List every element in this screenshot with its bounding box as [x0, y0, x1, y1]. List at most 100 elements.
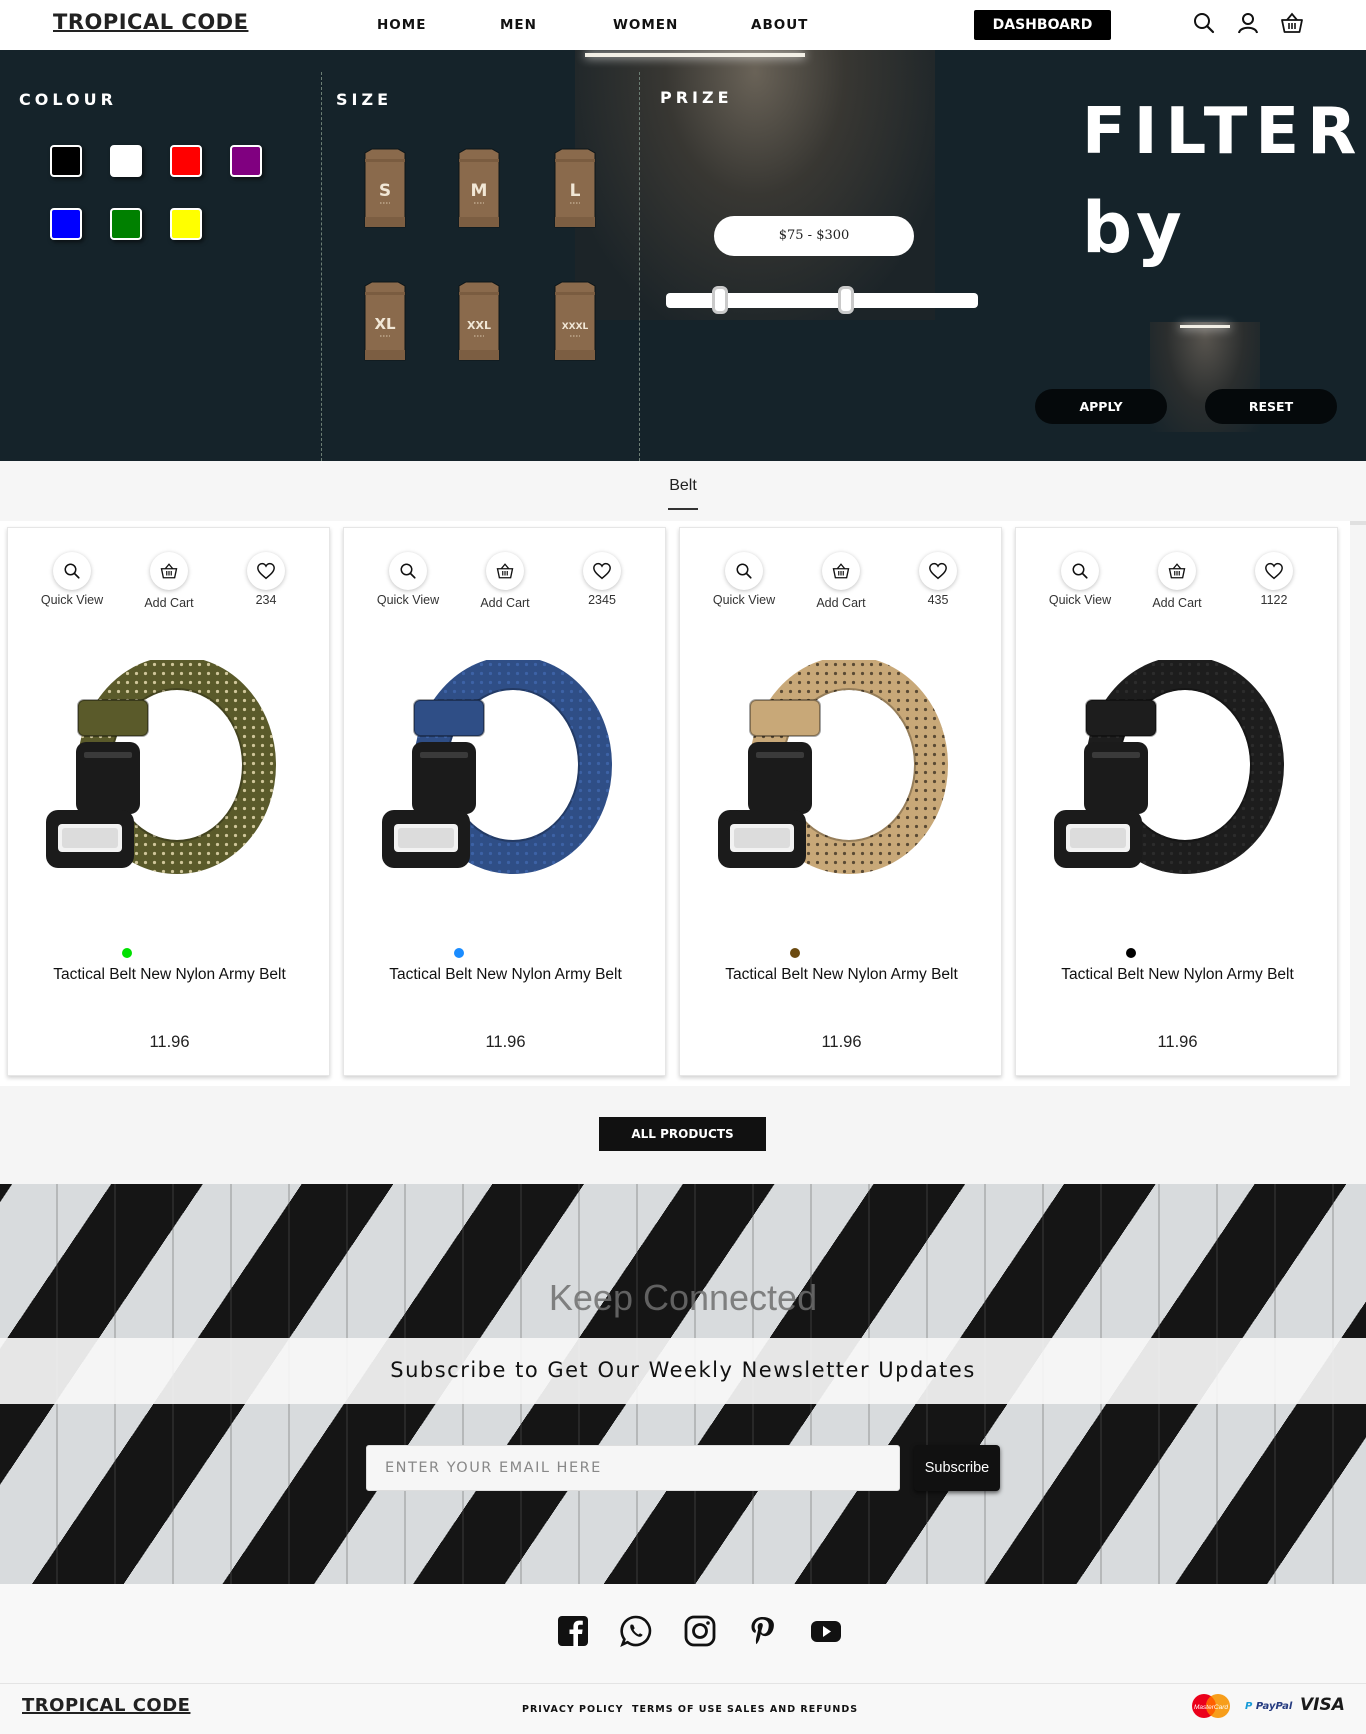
search-icon [64, 563, 80, 579]
wishlist-action[interactable]: 234 [221, 552, 311, 607]
basket-icon [496, 563, 514, 579]
color-indicator-dot [1126, 948, 1136, 958]
colour-swatch[interactable] [170, 208, 202, 240]
add-cart-button[interactable] [150, 552, 188, 590]
product-price: 11.96 [1157, 1033, 1198, 1051]
basket-icon [832, 563, 850, 579]
product-name[interactable]: Tactical Belt New Nylon Army Belt [680, 966, 1003, 984]
ceiling-lamp [585, 53, 805, 57]
add-cart-button[interactable] [486, 552, 524, 590]
user-icon[interactable] [1236, 11, 1260, 35]
size-tag-m[interactable]: M [456, 147, 502, 231]
colour-swatch[interactable] [50, 208, 82, 240]
category-tab-belt[interactable]: Belt [0, 477, 1366, 495]
facebook-icon[interactable] [556, 1614, 590, 1648]
belt-image[interactable] [378, 660, 618, 900]
add-cart-button[interactable] [822, 552, 860, 590]
size-tag-xxxl[interactable]: XXXL [552, 280, 598, 364]
search-icon[interactable] [1192, 11, 1216, 35]
reset-button[interactable]: RESET [1205, 389, 1337, 424]
nav-men[interactable]: MEN [500, 17, 537, 33]
price-slider-min-handle[interactable] [712, 286, 728, 314]
wishlist-action[interactable]: 2345 [557, 552, 647, 607]
nav-women[interactable]: WOMEN [613, 17, 678, 33]
mastercard-logo: MasterCard [1192, 1694, 1230, 1718]
apply-button[interactable]: APPLY [1035, 389, 1167, 424]
subscribe-button[interactable]: Subscribe [914, 1445, 1000, 1491]
add-cart-action[interactable]: Add Cart [460, 552, 550, 610]
basket-icon [1168, 563, 1186, 579]
product-price: 11.96 [149, 1033, 190, 1051]
add-cart-action[interactable]: Add Cart [1132, 552, 1222, 610]
footer-link-refunds[interactable]: SALES AND REFUNDS [727, 1704, 858, 1715]
wishlist-action[interactable]: 435 [893, 552, 983, 607]
wishlist-button[interactable] [583, 552, 621, 590]
colour-swatch[interactable] [230, 145, 262, 177]
active-tab-underline [668, 508, 698, 510]
youtube-icon[interactable] [809, 1614, 843, 1648]
mastercard-wordmark: MasterCard [1194, 1704, 1228, 1711]
quick-view-action[interactable]: Quick View [1035, 552, 1125, 607]
size-tag-label: XXXL [562, 322, 589, 332]
nav-home[interactable]: HOME [377, 17, 426, 33]
belt-image[interactable] [714, 660, 954, 900]
brand-logo[interactable]: TROPICAL CODE [53, 10, 248, 34]
instagram-icon[interactable] [683, 1614, 717, 1648]
product-name[interactable]: Tactical Belt New Nylon Army Belt [1016, 966, 1339, 984]
size-tag-xl[interactable]: XL [362, 280, 408, 364]
product-name[interactable]: Tactical Belt New Nylon Army Belt [8, 966, 331, 984]
price-slider-max-handle[interactable] [838, 286, 854, 314]
product-card[interactable]: Quick View Add Cart 1122 Tactical Belt New … [1015, 527, 1338, 1076]
product-card[interactable]: Quick View Add Cart 234 Tactical Belt New N… [7, 527, 330, 1076]
footer-brand-logo[interactable]: TROPICAL CODE [22, 1695, 190, 1716]
size-tag-s[interactable]: S [362, 147, 408, 231]
add-cart-action[interactable]: Add Cart [796, 552, 886, 610]
product-name[interactable]: Tactical Belt New Nylon Army Belt [344, 966, 667, 984]
footer-link-privacy[interactable]: PRIVACY POLICY [522, 1704, 624, 1715]
quick-view-button[interactable] [1061, 552, 1099, 590]
newsletter-heading: Keep Connected [548, 1277, 818, 1318]
size-tag-xxl[interactable]: XXL [456, 280, 502, 364]
belt-image[interactable] [42, 660, 282, 900]
footer-link-terms[interactable]: TERMS OF USE [632, 1704, 723, 1715]
like-count: 435 [927, 593, 949, 607]
all-products-button[interactable]: ALL PRODUCTS [599, 1117, 766, 1151]
nav-about[interactable]: ABOUT [751, 17, 808, 33]
like-count: 234 [255, 593, 277, 607]
size-heading: SIZE [336, 90, 393, 109]
quick-view-label: Quick View [712, 593, 776, 607]
quick-view-button[interactable] [389, 552, 427, 590]
quick-view-button[interactable] [725, 552, 763, 590]
dashboard-button[interactable]: DASHBOARD [974, 10, 1111, 40]
like-count: 2345 [588, 593, 616, 607]
ceiling-lamp [1180, 325, 1230, 328]
email-field[interactable] [366, 1445, 900, 1491]
belt-image[interactable] [1050, 660, 1290, 900]
add-cart-action[interactable]: Add Cart [124, 552, 214, 610]
newsletter-subtitle: Subscribe to Get Our Weekly Newsletter U… [390, 1358, 976, 1382]
add-cart-label: Add Cart [816, 596, 866, 610]
quick-view-button[interactable] [53, 552, 91, 590]
product-card[interactable]: Quick View Add Cart 435 Tactical Belt New N… [679, 527, 1002, 1076]
wishlist-button[interactable] [247, 552, 285, 590]
wishlist-button[interactable] [919, 552, 957, 590]
colour-swatch[interactable] [170, 145, 202, 177]
wishlist-button[interactable] [1255, 552, 1293, 590]
size-tag-l[interactable]: L [552, 147, 598, 231]
wishlist-action[interactable]: 1122 [1229, 552, 1319, 607]
whatsapp-icon[interactable] [619, 1614, 653, 1648]
pinterest-icon[interactable] [746, 1614, 780, 1648]
filter-panel: COLOUR SIZE PRIZE S M L XL XXL XXXL $75 - $30… [0, 50, 1366, 461]
site-header: TROPICAL CODE HOME MEN WOMEN ABOUT DASHB… [0, 0, 1366, 50]
basket-icon[interactable] [1280, 11, 1304, 35]
size-tag-label: XXL [467, 319, 491, 332]
quick-view-action[interactable]: Quick View [699, 552, 789, 607]
colour-swatch[interactable] [50, 145, 82, 177]
add-cart-button[interactable] [1158, 552, 1196, 590]
quick-view-action[interactable]: Quick View [27, 552, 117, 607]
colour-swatch[interactable] [110, 208, 142, 240]
product-card[interactable]: Quick View Add Cart 2345 Tactical Belt New … [343, 527, 666, 1076]
scroll-edge [1350, 521, 1366, 525]
colour-swatch[interactable] [110, 145, 142, 177]
quick-view-action[interactable]: Quick View [363, 552, 453, 607]
